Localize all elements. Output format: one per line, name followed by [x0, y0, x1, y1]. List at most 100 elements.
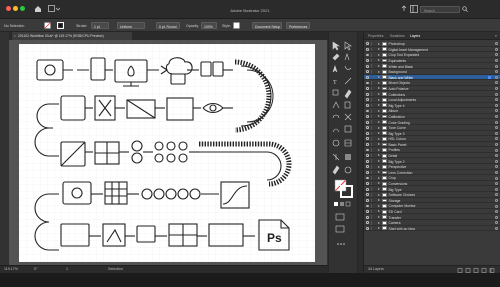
lock-toggle[interactable] — [371, 86, 375, 91]
lock-toggle[interactable] — [371, 142, 375, 147]
lock-toggle[interactable] — [371, 97, 375, 102]
expand-triangle-icon[interactable] — [378, 193, 380, 196]
lock-toggle[interactable] — [371, 114, 375, 119]
document-tab[interactable]: × 201102 Workflow 03.ai* @ 119.17% (RGB/… — [12, 32, 132, 40]
expand-triangle-icon[interactable] — [378, 165, 380, 168]
visibility-eye-icon[interactable] — [365, 221, 370, 225]
share-icon[interactable] — [400, 5, 408, 13]
tab-swatches[interactable]: Swatches — [390, 34, 405, 38]
visibility-eye-icon[interactable] — [365, 126, 370, 130]
lock-toggle[interactable] — [371, 75, 375, 80]
lock-toggle[interactable] — [371, 193, 375, 197]
visibility-eye-icon[interactable] — [365, 215, 370, 219]
target-circle-icon[interactable] — [495, 64, 498, 68]
visibility-eye-icon[interactable] — [365, 193, 370, 197]
expand-triangle-icon[interactable] — [378, 216, 380, 218]
tab-properties[interactable]: Properties — [368, 34, 383, 38]
visibility-eye-icon[interactable] — [365, 98, 370, 102]
expand-triangle-icon[interactable] — [378, 148, 380, 151]
lock-toggle[interactable] — [371, 58, 375, 63]
lock-toggle[interactable] — [371, 159, 375, 164]
target-circle-icon[interactable] — [495, 47, 498, 51]
target-circle-icon[interactable] — [495, 204, 498, 208]
visibility-eye-icon[interactable] — [365, 204, 370, 208]
expand-triangle-icon[interactable] — [378, 115, 380, 118]
visibility-eye-icon[interactable] — [365, 165, 370, 169]
lock-toggle[interactable] — [371, 120, 375, 124]
target-circle-icon[interactable] — [495, 193, 498, 197]
target-circle-icon[interactable] — [495, 126, 498, 130]
target-circle-icon[interactable] — [495, 198, 498, 202]
expand-triangle-icon[interactable] — [378, 221, 380, 224]
visibility-eye-icon[interactable] — [365, 210, 370, 213]
target-circle-icon[interactable] — [495, 75, 498, 79]
target-circle-icon[interactable] — [495, 210, 498, 214]
target-circle-icon[interactable] — [495, 154, 498, 158]
target-circle-icon[interactable] — [495, 115, 498, 119]
artboard-number[interactable]: 1 — [66, 268, 68, 272]
lock-toggle[interactable] — [371, 137, 375, 141]
expand-triangle-icon[interactable] — [378, 154, 380, 157]
target-circle-icon[interactable] — [495, 142, 498, 146]
target-circle-icon[interactable] — [495, 221, 498, 225]
target-circle-icon[interactable] — [495, 159, 498, 163]
target-circle-icon[interactable] — [495, 81, 498, 85]
target-circle-icon[interactable] — [495, 182, 498, 186]
visibility-eye-icon[interactable] — [365, 109, 370, 113]
expand-triangle-icon[interactable] — [378, 109, 380, 112]
target-circle-icon[interactable] — [495, 42, 498, 46]
lock-toggle[interactable] — [371, 148, 375, 152]
lock-toggle[interactable] — [371, 221, 375, 225]
visibility-eye-icon[interactable] — [365, 182, 370, 186]
target-circle-icon[interactable] — [495, 187, 498, 191]
expand-triangle-icon[interactable] — [378, 76, 380, 79]
expand-triangle-icon[interactable] — [378, 53, 380, 56]
expand-triangle-icon[interactable] — [378, 132, 380, 135]
target-circle-icon[interactable] — [495, 165, 498, 169]
lock-toggle[interactable] — [371, 176, 375, 180]
workspace-icon[interactable] — [410, 5, 418, 13]
expand-triangle-icon[interactable] — [378, 64, 380, 67]
lock-toggle[interactable] — [371, 53, 375, 57]
target-circle-icon[interactable] — [495, 170, 498, 174]
expand-triangle-icon[interactable] — [378, 182, 380, 185]
expand-triangle-icon[interactable] — [378, 204, 380, 207]
panel-menu-icon[interactable]: ≡ — [495, 34, 497, 38]
visibility-eye-icon[interactable] — [365, 120, 370, 124]
visibility-eye-icon[interactable] — [365, 103, 370, 107]
layer-actions-icons[interactable] — [457, 267, 497, 273]
visibility-eye-icon[interactable] — [365, 131, 370, 135]
expand-triangle-icon[interactable] — [378, 199, 380, 202]
visibility-eye-icon[interactable] — [365, 64, 370, 68]
document-setup-button[interactable]: Document Setup — [252, 22, 282, 29]
visibility-eye-icon[interactable] — [365, 154, 370, 158]
target-circle-icon[interactable] — [495, 137, 498, 141]
expand-triangle-icon[interactable] — [378, 120, 380, 123]
visibility-eye-icon[interactable] — [365, 42, 370, 46]
lock-toggle[interactable] — [371, 69, 375, 74]
visibility-eye-icon[interactable] — [365, 226, 370, 230]
lock-toggle[interactable] — [371, 187, 375, 192]
expand-triangle-icon[interactable] — [378, 188, 380, 191]
expand-triangle-icon[interactable] — [378, 171, 380, 174]
fill-swatch-icon[interactable] — [44, 22, 51, 29]
lock-toggle[interactable] — [371, 42, 375, 46]
target-circle-icon[interactable] — [495, 109, 498, 113]
graphic-style-icon[interactable] — [233, 22, 241, 29]
lock-toggle[interactable] — [371, 47, 375, 52]
visibility-eye-icon[interactable] — [365, 59, 370, 62]
expand-triangle-icon[interactable] — [378, 48, 380, 51]
opacity-field[interactable]: 100% — [201, 22, 217, 29]
search-input[interactable]: Search — [420, 6, 460, 13]
lock-toggle[interactable] — [371, 198, 375, 203]
target-circle-icon[interactable] — [495, 70, 498, 74]
target-circle-icon[interactable] — [495, 103, 498, 107]
rotation-angle[interactable]: 0° — [34, 268, 37, 272]
lock-toggle[interactable] — [371, 81, 375, 85]
target-circle-icon[interactable] — [495, 176, 498, 180]
visibility-eye-icon[interactable] — [365, 176, 370, 180]
expand-triangle-icon[interactable] — [378, 126, 380, 129]
target-circle-icon[interactable] — [495, 59, 498, 63]
expand-triangle-icon[interactable] — [378, 160, 380, 163]
lock-toggle[interactable] — [371, 131, 375, 136]
